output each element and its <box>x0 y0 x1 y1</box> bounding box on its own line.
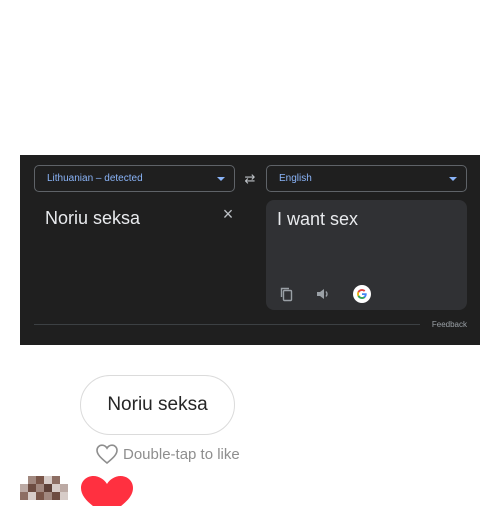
feedback-link[interactable]: Feedback <box>432 320 467 329</box>
avatar-pixel <box>28 492 36 500</box>
like-hint-text: Double-tap to like <box>123 445 240 463</box>
swap-icon[interactable]: ⇄ <box>241 171 259 187</box>
copy-icon[interactable] <box>279 286 295 302</box>
avatar-pixel <box>36 484 44 492</box>
translation-output-panel: I want sex <box>266 200 467 310</box>
message-text: Noriu seksa <box>107 394 208 415</box>
google-icon[interactable] <box>353 285 371 303</box>
avatar[interactable] <box>20 476 68 500</box>
avatar-pixel <box>52 484 60 492</box>
close-icon[interactable]: × <box>220 205 236 223</box>
heart-filled-icon[interactable] <box>80 476 134 506</box>
speaker-icon[interactable] <box>315 286 331 302</box>
target-language-label: English <box>279 173 312 184</box>
message-bubble[interactable]: Noriu seksa <box>80 375 235 435</box>
source-language-label: Lithuanian – detected <box>47 173 143 184</box>
avatar-pixel <box>52 476 60 484</box>
avatar-pixel <box>20 484 28 492</box>
chevron-down-icon <box>449 177 457 181</box>
avatar-pixel <box>28 476 36 484</box>
avatar-pixel <box>44 484 52 492</box>
avatar-pixel <box>44 476 52 484</box>
translated-text: I want sex <box>277 209 359 229</box>
avatar-pixel <box>20 492 28 500</box>
divider <box>34 324 420 325</box>
source-text-input[interactable]: Noriu seksa <box>45 208 140 229</box>
heart-outline-icon[interactable] <box>95 443 119 465</box>
target-language-select[interactable]: English <box>266 165 467 192</box>
source-language-select[interactable]: Lithuanian – detected <box>34 165 235 192</box>
translate-widget: Lithuanian – detected ⇄ English Noriu se… <box>20 155 480 345</box>
avatar-pixel <box>52 492 60 500</box>
chevron-down-icon <box>217 177 225 181</box>
avatar-pixel <box>28 484 36 492</box>
like-hint[interactable]: Double-tap to like <box>95 443 240 465</box>
avatar-pixel <box>36 492 44 500</box>
avatar-pixel <box>36 476 44 484</box>
avatar-pixel <box>60 492 68 500</box>
avatar-pixel <box>44 492 52 500</box>
avatar-pixel <box>60 484 68 492</box>
